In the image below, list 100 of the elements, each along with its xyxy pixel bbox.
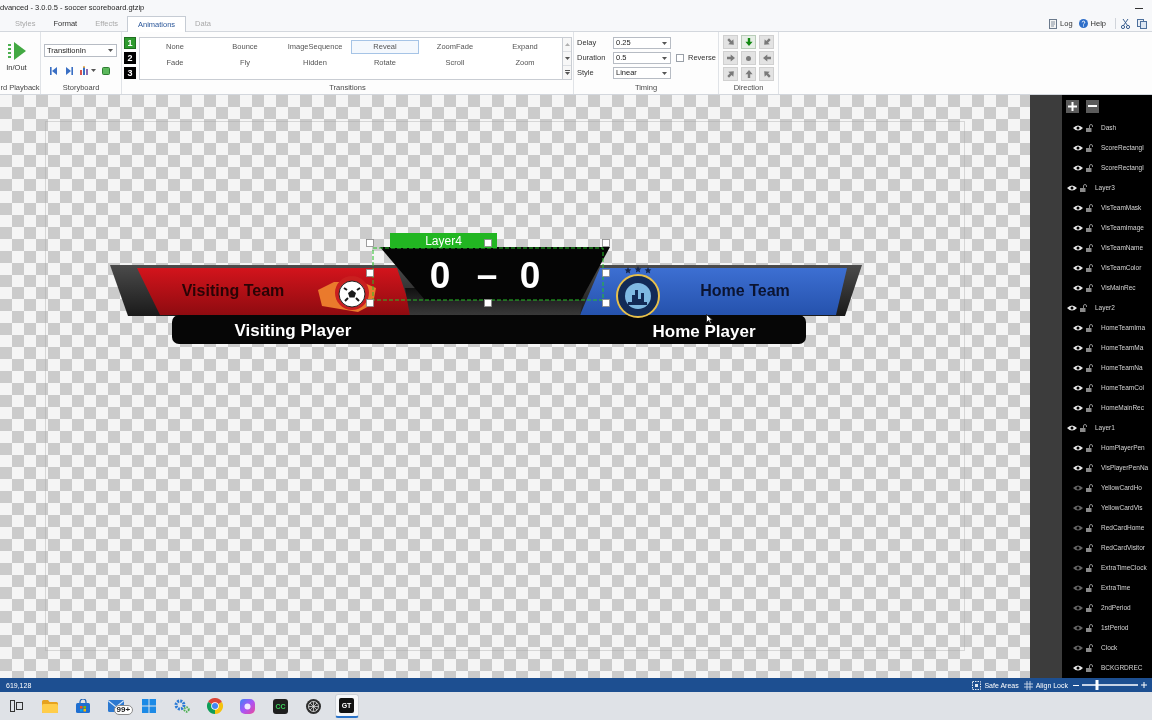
eye-icon[interactable] (1073, 345, 1083, 351)
direction-button[interactable] (759, 35, 774, 49)
tiles-icon[interactable] (141, 699, 156, 713)
padlock-icon[interactable] (1086, 624, 1093, 632)
eye-icon[interactable] (1067, 305, 1077, 311)
eye-icon[interactable] (1073, 325, 1083, 331)
padlock-icon[interactable] (1086, 264, 1093, 272)
padlock-icon[interactable] (1086, 144, 1093, 152)
number-tab[interactable]: 2 (124, 52, 136, 64)
direction-button[interactable] (741, 35, 756, 49)
eye-icon[interactable] (1067, 425, 1077, 431)
grid-icon (1023, 680, 1033, 690)
direction-button[interactable] (723, 67, 738, 81)
padlock-icon[interactable] (1086, 384, 1093, 392)
eye-icon[interactable] (1073, 445, 1083, 451)
scissors-icon[interactable] (1121, 18, 1130, 29)
eye-icon[interactable] (1073, 205, 1083, 211)
round-crest-icon (614, 266, 662, 318)
rounded-tile-icon[interactable] (240, 698, 255, 714)
remove-button[interactable] (1086, 99, 1099, 113)
skip-back-icon[interactable] (50, 66, 57, 75)
padlock-icon[interactable] (1080, 424, 1087, 432)
caret-up-icon (564, 43, 570, 46)
square-icon[interactable] (102, 66, 110, 75)
score: 0 (519, 256, 541, 294)
eye-icon[interactable] (1073, 385, 1083, 391)
padlock-icon[interactable] (1086, 124, 1093, 132)
minus-icon (1088, 105, 1097, 107)
notification-count: 99+ (113, 705, 134, 715)
number-tab[interactable]: 1 (124, 37, 136, 49)
player-name: Visiting Player (234, 321, 352, 339)
padlock-icon[interactable] (1086, 464, 1093, 472)
caret-icon[interactable] (108, 49, 113, 52)
eye-icon[interactable] (1073, 405, 1083, 411)
eye-icon[interactable] (1073, 145, 1083, 151)
direction-button[interactable] (723, 35, 738, 49)
play-icon (7, 41, 26, 61)
padlock-icon[interactable] (1086, 644, 1093, 652)
padlock-icon[interactable] (1080, 304, 1087, 312)
mouse-pointer-icon (706, 314, 713, 324)
add-button[interactable] (1066, 99, 1079, 113)
caret-icon[interactable] (91, 69, 96, 72)
shopping-bag-icon[interactable] (75, 699, 90, 713)
padlock-icon[interactable] (1080, 184, 1087, 192)
padlock-icon[interactable] (1086, 284, 1093, 292)
direction-button[interactable] (723, 51, 738, 65)
eye-icon[interactable] (1073, 285, 1083, 291)
caret-icon[interactable] (662, 41, 667, 45)
task-view-icon[interactable] (10, 700, 23, 712)
zoom-in-icon[interactable] (1141, 682, 1147, 688)
direction-button[interactable] (741, 67, 756, 81)
padlock-icon[interactable] (1086, 164, 1093, 172)
gears-icon[interactable] (173, 699, 190, 713)
caret-down-icon (564, 57, 570, 60)
padlock-icon[interactable] (1086, 584, 1093, 592)
number-tab[interactable]: 3 (124, 67, 136, 79)
checkbox[interactable] (676, 54, 684, 62)
caret-icon[interactable] (662, 56, 667, 60)
eye-icon[interactable] (1073, 465, 1083, 471)
padlock-icon[interactable] (1086, 324, 1093, 332)
eye-icon[interactable] (1073, 165, 1083, 171)
padlock-icon[interactable] (1086, 544, 1093, 552)
team-name: Home Team (700, 283, 790, 299)
padlock-icon[interactable] (1086, 604, 1093, 612)
padlock-icon[interactable] (1086, 524, 1093, 532)
browser-icon[interactable] (206, 698, 223, 714)
padlock-icon[interactable] (1086, 244, 1093, 252)
padlock-icon[interactable] (1086, 344, 1093, 352)
bars-icon[interactable] (80, 66, 89, 75)
dashed-square-icon (972, 680, 982, 690)
eye-icon[interactable] (1073, 225, 1083, 231)
padlock-icon[interactable] (1086, 444, 1093, 452)
direction-button[interactable] (759, 67, 774, 81)
eye-icon[interactable] (1073, 125, 1083, 131)
direction-button[interactable] (759, 51, 774, 65)
player-name: Home Player (652, 322, 756, 340)
copy-icon[interactable] (1137, 18, 1147, 29)
padlock-icon[interactable] (1086, 664, 1093, 672)
eye-icon[interactable] (1073, 265, 1083, 271)
score: 0 (429, 256, 451, 294)
direction-button[interactable] (741, 51, 756, 65)
padlock-icon[interactable] (1086, 484, 1093, 492)
padlock-icon[interactable] (1086, 364, 1093, 372)
wheel-icon[interactable] (306, 698, 321, 714)
eye-icon[interactable] (1067, 185, 1077, 191)
minimize-icon[interactable] (1135, 7, 1143, 9)
zoom-slider-thumb[interactable] (1095, 680, 1099, 690)
padlock-icon[interactable] (1086, 404, 1093, 412)
padlock-icon[interactable] (1086, 204, 1093, 212)
eye-icon[interactable] (1073, 665, 1083, 671)
eye-icon[interactable] (1073, 365, 1083, 371)
padlock-icon[interactable] (1086, 504, 1093, 512)
score-separator: – (476, 255, 498, 293)
dot-icon (746, 55, 751, 61)
padlock-icon[interactable] (1086, 224, 1093, 232)
padlock-icon[interactable] (1086, 564, 1093, 572)
eye-icon[interactable] (1073, 245, 1083, 251)
skip-forward-icon[interactable] (66, 66, 73, 75)
caret-icon[interactable] (662, 71, 667, 75)
more-icon (564, 70, 570, 75)
